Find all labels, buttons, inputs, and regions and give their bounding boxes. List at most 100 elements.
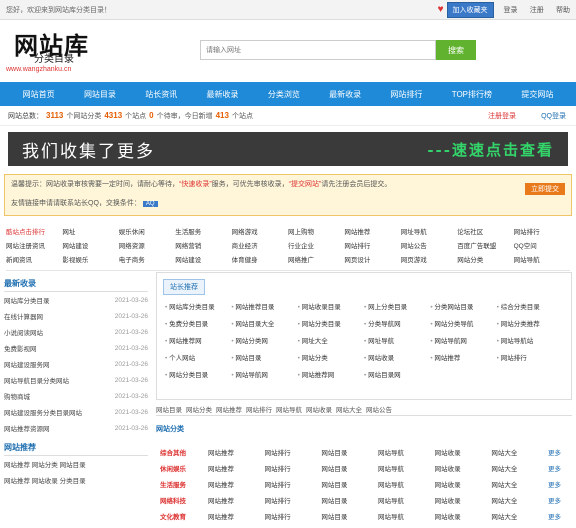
recommend-link[interactable]: 网址大全: [298, 335, 364, 345]
site-link[interactable]: 网站收录: [435, 447, 492, 457]
site-link[interactable]: 网站大全: [491, 495, 548, 505]
list-item[interactable]: 网站导航目录分类网站 2021-03-26: [4, 372, 148, 388]
nav-item[interactable]: 最新收录: [329, 89, 361, 100]
item-name[interactable]: 在线计算器网: [4, 311, 43, 321]
nav-item[interactable]: 最新收录: [207, 89, 239, 100]
list-item[interactable]: 网站库分类目录 2021-03-26: [4, 292, 148, 308]
list-item[interactable]: 网站推荐 网站收录 分类目录: [4, 472, 148, 488]
category-link[interactable]: 网站排行: [344, 240, 400, 250]
recommend-link[interactable]: 网站分类导航: [430, 318, 496, 328]
recommend-link[interactable]: 网站分类: [298, 352, 364, 362]
site-link[interactable]: 网站目录: [321, 463, 378, 473]
site-link[interactable]: 网站排行: [265, 463, 322, 473]
item-name[interactable]: 网站库分类目录: [4, 295, 50, 305]
row-label[interactable]: 综合其他: [160, 447, 208, 457]
site-link[interactable]: 网站收录: [435, 511, 492, 521]
item-name[interactable]: 网站导航目录分类网站: [4, 375, 69, 385]
item-name[interactable]: 网站推荐资源网: [4, 423, 50, 433]
category-bar-link[interactable]: 网站目录: [156, 404, 182, 414]
category-bar-link[interactable]: 网站大全: [336, 404, 362, 414]
category-link[interactable]: 商业经济: [232, 240, 288, 250]
category-bar-link[interactable]: 网站分类: [186, 404, 212, 414]
category-link[interactable]: 网站注册资讯: [6, 240, 62, 250]
recommend-link[interactable]: 网站导航站: [497, 335, 563, 345]
category-link[interactable]: 酷站点击排行: [6, 226, 62, 236]
category-link[interactable]: 网站推荐: [344, 226, 400, 236]
site-link[interactable]: 网站导航: [378, 495, 435, 505]
category-link[interactable]: 网站建设: [175, 254, 231, 264]
category-link[interactable]: 网络游戏: [232, 226, 288, 236]
row-label[interactable]: 休闲娱乐: [160, 463, 208, 473]
recommend-link[interactable]: 网站分类推荐: [497, 318, 563, 328]
notice-highlight[interactable]: “提交网站”: [289, 181, 322, 188]
category-link[interactable]: 网页设计: [344, 254, 400, 264]
recommend-link[interactable]: 网站分类目录: [165, 369, 231, 379]
recommend-link[interactable]: 网站推荐网: [298, 369, 364, 379]
site-link[interactable]: 网站推荐: [208, 495, 265, 505]
submit-button[interactable]: 立即提交: [525, 183, 565, 195]
nav-item[interactable]: 提交网站: [521, 89, 553, 100]
recommend-link[interactable]: 网站推荐网: [165, 335, 231, 345]
site-link[interactable]: 网站排行: [265, 479, 322, 489]
category-link[interactable]: 网上购物: [288, 226, 344, 236]
site-link[interactable]: 网站排行: [265, 495, 322, 505]
more-link[interactable]: 更多: [548, 463, 572, 473]
nav-item[interactable]: 站长资讯: [145, 89, 177, 100]
recommend-link[interactable]: 网站目录: [231, 352, 297, 362]
category-link[interactable]: 网络营销: [175, 240, 231, 250]
row-label[interactable]: 生活服务: [160, 479, 208, 489]
nav-item[interactable]: 网站首页: [23, 89, 55, 100]
more-link[interactable]: 更多: [548, 479, 572, 489]
category-link[interactable]: QQ空间: [514, 240, 570, 250]
item-name[interactable]: 小说阅读网站: [4, 327, 43, 337]
site-link[interactable]: 网站大全: [491, 463, 548, 473]
nav-item[interactable]: 网站目录: [84, 89, 116, 100]
site-link[interactable]: 网站导航: [378, 511, 435, 521]
category-bar-link[interactable]: 网站公告: [366, 404, 392, 414]
category-link[interactable]: 网站公告: [401, 240, 457, 250]
list-item[interactable]: 网站建设服务分类目录网站 2021-03-26: [4, 404, 148, 420]
item-name[interactable]: 网站建设服务分类目录网站: [4, 407, 82, 417]
qq-badge[interactable]: AQ: [142, 201, 158, 207]
category-link[interactable]: 网络推广: [288, 254, 344, 264]
recommend-link[interactable]: 网站导航网: [231, 369, 297, 379]
more-link[interactable]: 更多: [548, 495, 572, 505]
recommend-link[interactable]: 个人网站: [165, 352, 231, 362]
site-link[interactable]: 网站推荐: [208, 479, 265, 489]
promo-banner[interactable]: 我们收集了更多 ---速速点击查看: [8, 132, 568, 166]
category-link[interactable]: 网站分类: [457, 254, 513, 264]
site-logo[interactable]: 网站库 分类目录 www.wangzhanku.cn: [6, 26, 89, 73]
site-link[interactable]: 网站排行: [265, 511, 322, 521]
category-link[interactable]: 百度广告联盟: [457, 240, 513, 250]
category-link[interactable]: 网址导航: [401, 226, 457, 236]
recommend-link[interactable]: 网站库分类目录: [165, 301, 231, 311]
category-bar-link[interactable]: 网站排行: [246, 404, 272, 414]
category-link[interactable]: 网站排行: [514, 226, 570, 236]
site-link[interactable]: 网站收录: [435, 495, 492, 505]
category-link[interactable]: 娱乐休闲: [119, 226, 175, 236]
site-link[interactable]: 网站大全: [491, 511, 548, 521]
recommend-link[interactable]: 网址导航: [364, 335, 430, 345]
category-bar-link[interactable]: 网站导航: [276, 404, 302, 414]
item-name[interactable]: 免费影视网: [4, 343, 37, 353]
recommend-link[interactable]: 网站收录目录: [298, 301, 364, 311]
site-link[interactable]: 网站导航: [378, 479, 435, 489]
recommend-link[interactable]: 网站分类网: [231, 335, 297, 345]
search-input[interactable]: [200, 40, 436, 60]
site-link[interactable]: 网站推荐: [208, 463, 265, 473]
tab-recommend[interactable]: 站长推荐: [163, 279, 205, 295]
recommend-link[interactable]: 网站目录网: [364, 369, 430, 379]
site-link[interactable]: 网站收录: [435, 463, 492, 473]
list-item[interactable]: 网站推荐资源网 2021-03-26: [4, 420, 148, 436]
site-link[interactable]: 网站目录: [321, 479, 378, 489]
category-bar-link[interactable]: 网站推荐: [216, 404, 242, 414]
help-link[interactable]: 帮助: [556, 7, 570, 14]
category-link[interactable]: 电子商务: [119, 254, 175, 264]
site-link[interactable]: 网站收录: [435, 479, 492, 489]
recommend-link[interactable]: 免费分类目录: [165, 318, 231, 328]
more-link[interactable]: 更多: [548, 511, 572, 521]
site-link[interactable]: 网站目录: [321, 495, 378, 505]
more-link[interactable]: 更多: [548, 447, 572, 457]
search-button[interactable]: 搜索: [436, 40, 476, 60]
category-link[interactable]: 影视娱乐: [62, 254, 118, 264]
